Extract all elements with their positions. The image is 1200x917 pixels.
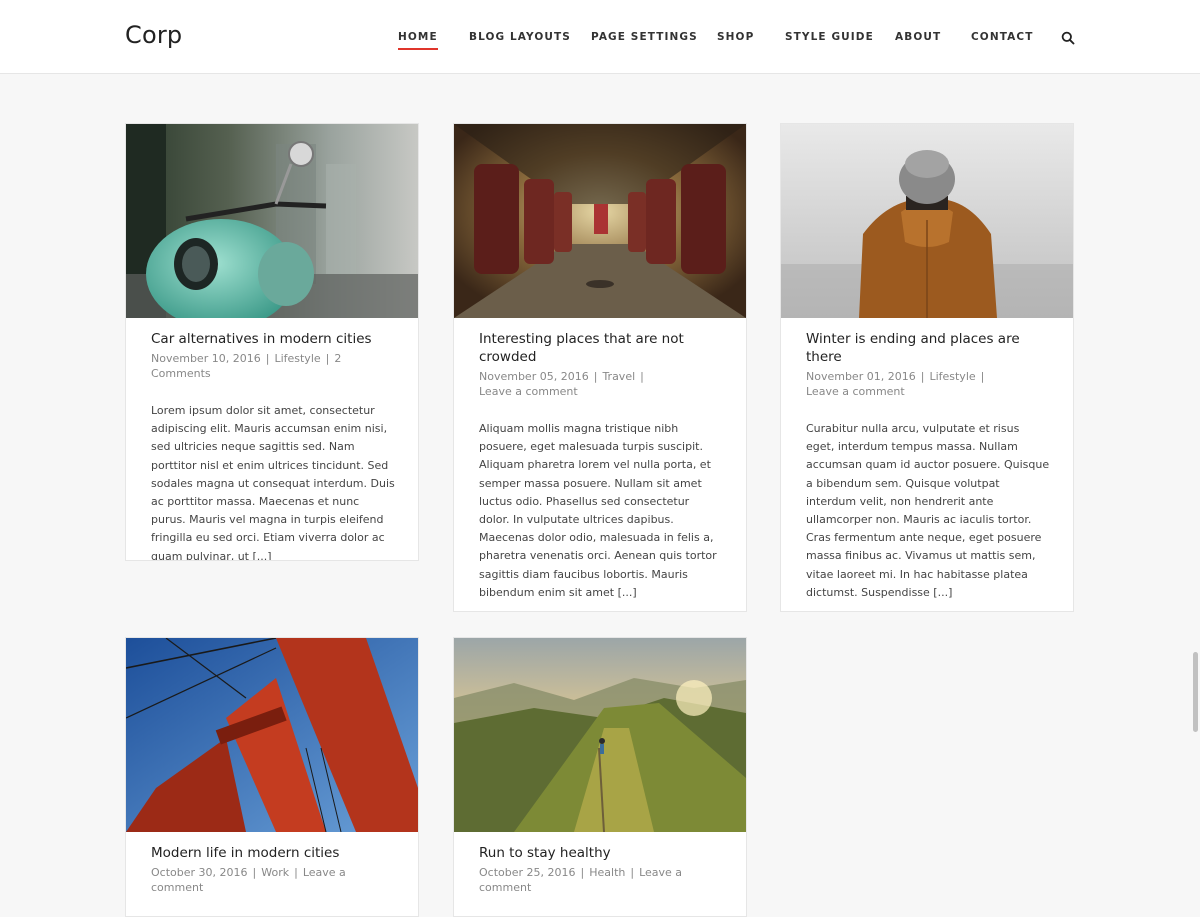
post-meta: November 10, 2016 | Lifestyle | 2 Comments xyxy=(151,352,342,380)
post-category[interactable]: Lifestyle xyxy=(929,370,975,383)
post-image[interactable] xyxy=(126,638,418,832)
post-category[interactable]: Travel xyxy=(602,370,635,383)
post-card: Run to stay healthy October 25, 2016 | Hea… xyxy=(453,637,747,917)
nav-item-shop[interactable]: SHOP xyxy=(717,31,754,43)
post-meta: October 25, 2016 | Health | Leave a comment xyxy=(479,866,683,894)
post-category[interactable]: Health xyxy=(589,866,625,879)
post-body: Car alternatives in modern cities Novemb… xyxy=(151,330,395,561)
nav-item-contact[interactable]: CONTACT xyxy=(971,31,1033,43)
post-card: Interesting places that are not crowded … xyxy=(453,123,747,612)
post-body: Modern life in modern cities October 30,… xyxy=(151,844,395,895)
post-category[interactable]: Lifestyle xyxy=(274,352,320,365)
post-date: November 10, 2016 xyxy=(151,352,261,365)
post-date: November 01, 2016 xyxy=(806,370,916,383)
post-body: Interesting places that are not crowded … xyxy=(479,330,723,602)
main-nav: HOME BLOG LAYOUTS PAGE SETTINGS SHOP STY… xyxy=(0,31,1200,51)
nav-item-style-guide[interactable]: STYLE GUIDE xyxy=(785,31,874,43)
post-card: Modern life in modern cities October 30,… xyxy=(125,637,419,917)
post-image[interactable] xyxy=(126,124,418,318)
post-date: October 25, 2016 xyxy=(479,866,576,879)
post-image[interactable] xyxy=(454,124,746,318)
post-meta: October 30, 2016 | Work | Leave a comment xyxy=(151,866,346,894)
post-title[interactable]: Winter is ending and places are there xyxy=(806,331,1020,365)
site-header: Corp HOME BLOG LAYOUTS PAGE SETTINGS SHO… xyxy=(0,0,1200,74)
post-meta: November 01, 2016 | Lifestyle | Leave a comm… xyxy=(806,370,985,398)
post-excerpt: Lorem ipsum dolor sit amet, consectetur … xyxy=(151,404,395,561)
page-scrollbar[interactable] xyxy=(1193,652,1198,732)
post-body: Run to stay healthy October 25, 2016 | Hea… xyxy=(479,844,723,895)
post-meta: November 05, 2016 | Travel | Leave a comment xyxy=(479,370,644,398)
post-title[interactable]: Interesting places that are not crowded xyxy=(479,331,684,365)
nav-item-about[interactable]: ABOUT xyxy=(895,31,941,43)
post-category[interactable]: Work xyxy=(261,866,289,879)
post-comments-link[interactable]: Leave a comment xyxy=(806,385,905,398)
post-title[interactable]: Run to stay healthy xyxy=(479,845,611,861)
post-image[interactable] xyxy=(454,638,746,832)
post-card: Car alternatives in modern cities Novemb… xyxy=(125,123,419,561)
post-card: Winter is ending and places are there No… xyxy=(780,123,1074,612)
nav-item-page-settings[interactable]: PAGE SETTINGS xyxy=(591,31,698,43)
post-comments-link[interactable]: Leave a comment xyxy=(479,385,578,398)
post-image[interactable] xyxy=(781,124,1073,318)
post-title[interactable]: Car alternatives in modern cities xyxy=(151,331,372,347)
post-excerpt: Curabitur nulla arcu, vulputate et risus… xyxy=(806,422,1050,599)
post-body: Winter is ending and places are there No… xyxy=(806,330,1050,602)
post-title[interactable]: Modern life in modern cities xyxy=(151,845,339,861)
nav-item-home[interactable]: HOME xyxy=(398,31,438,50)
nav-item-blog-layouts[interactable]: BLOG LAYOUTS xyxy=(469,31,571,43)
post-excerpt: Aliquam mollis magna tristique nibh posu… xyxy=(479,422,717,599)
post-date: November 05, 2016 xyxy=(479,370,589,383)
post-date: October 30, 2016 xyxy=(151,866,248,879)
search-icon[interactable] xyxy=(1061,30,1075,45)
